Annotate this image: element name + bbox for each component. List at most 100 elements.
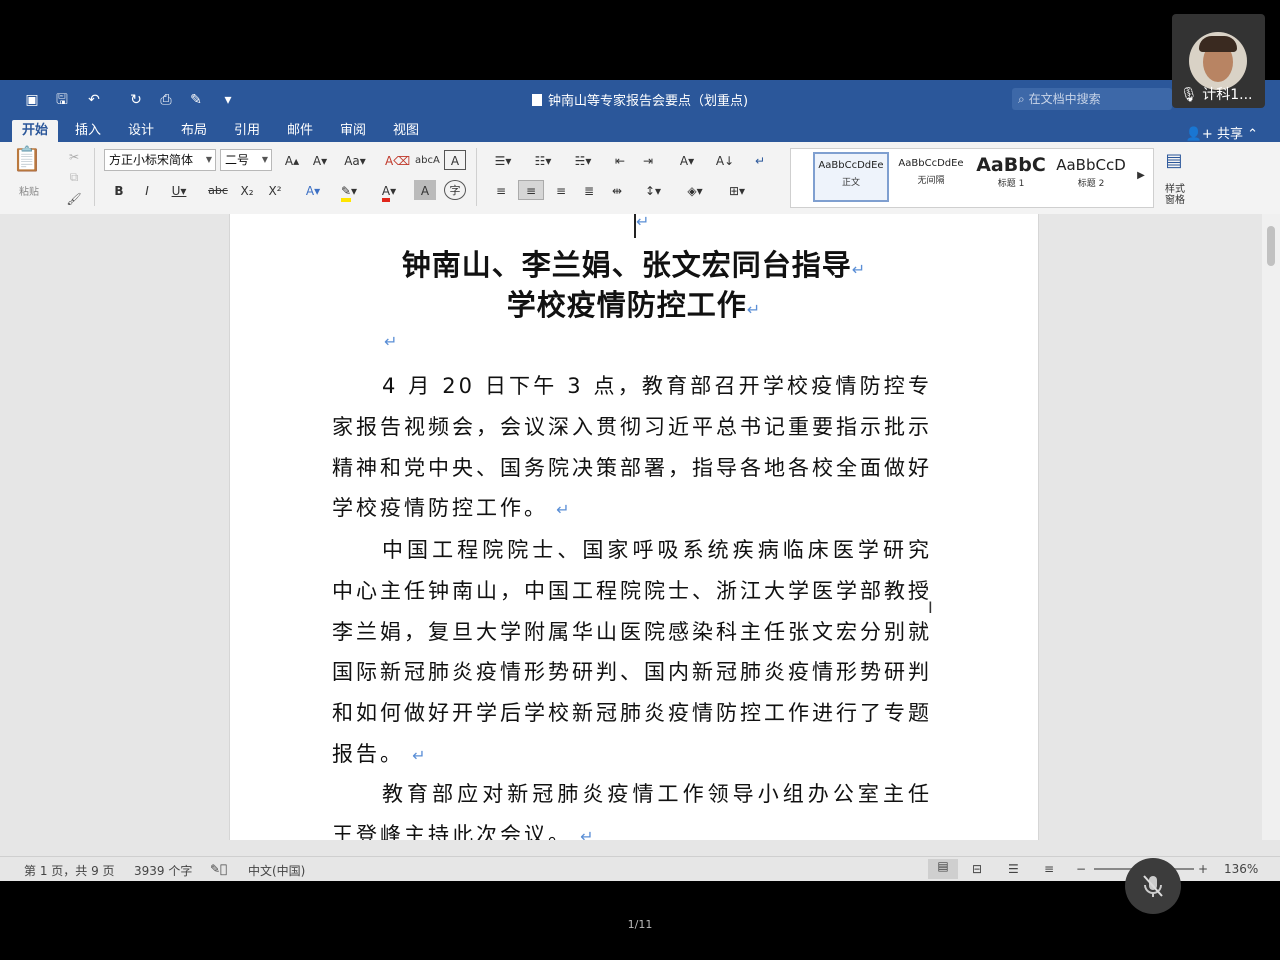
share-label: 共享: [1216, 127, 1243, 142]
increase-indent-icon[interactable]: ⇥: [636, 150, 660, 170]
participant-name: 计科1...: [1202, 87, 1253, 103]
paragraph-mark: ↵: [851, 260, 867, 279]
font-color-icon[interactable]: A▾: [372, 180, 406, 202]
text-effects-icon[interactable]: A▾: [298, 180, 328, 200]
character-shading-icon[interactable]: A: [414, 180, 436, 200]
distributed-icon[interactable]: ⇹: [606, 180, 628, 200]
title-line-2-text: 学校疫情防控工作: [506, 288, 747, 322]
multilevel-list-icon[interactable]: ☵▾: [566, 150, 600, 170]
styles-pane-icon[interactable]: ▤: [1160, 150, 1188, 176]
phonetic-guide-icon[interactable]: abcA: [414, 150, 440, 170]
gallery-more-icon[interactable]: ▶: [1133, 165, 1149, 185]
style-name: 无间隔: [917, 176, 945, 186]
participant-avatar: [1189, 32, 1247, 90]
align-right-icon[interactable]: ≡: [550, 180, 572, 200]
style-name: 标题 2: [1077, 179, 1105, 189]
participant-video-tile[interactable]: 🎙 计科1...: [1172, 14, 1265, 108]
chevron-down-icon: ▼: [261, 155, 268, 164]
borders-icon[interactable]: ⊞▾: [718, 180, 756, 200]
line-spacing-icon[interactable]: ↕▾: [638, 180, 668, 200]
vertical-scrollbar[interactable]: [1262, 214, 1280, 840]
paragraph-mark: ↵: [548, 500, 573, 520]
paragraph-1-text: 4 月 20 日下午 3 点，教育部召开学校疫情防控专家报告视频会，会议深入贯彻…: [332, 374, 932, 521]
page-count[interactable]: 第 1 页，共 9 页: [24, 862, 115, 879]
numbering-icon[interactable]: ☷▾: [526, 150, 560, 170]
tab-mailings[interactable]: 邮件: [280, 120, 320, 142]
strikethrough-button[interactable]: abc: [204, 180, 232, 200]
tab-view[interactable]: 视图: [386, 120, 426, 142]
print-layout-view-icon[interactable]: ▤: [928, 859, 958, 879]
styles-pane-label[interactable]: 样式 窗格: [1158, 184, 1192, 206]
format-painter-icon[interactable]: 🖌: [64, 188, 84, 208]
style-preview: AaBbCcDdEe: [818, 160, 884, 171]
highlight-icon[interactable]: ✎▾: [332, 180, 366, 202]
style-heading-1[interactable]: AaBbC 标题 1: [973, 152, 1049, 202]
paragraph-2-text: 中国工程院院士、国家呼吸系统疾病临床医学研究中心主任钟南山，中国工程院院士、浙江…: [332, 538, 932, 766]
proofing-icon[interactable]: ✎⃞: [210, 862, 227, 876]
align-left-icon[interactable]: ≡: [490, 180, 512, 200]
highlight-swatch: ✎: [340, 184, 352, 202]
word-count[interactable]: 3939 个字: [134, 862, 192, 879]
slide-counter: 1/11: [627, 918, 653, 931]
copy-icon[interactable]: ⧉: [64, 166, 84, 186]
tab-layout[interactable]: 布局: [174, 120, 214, 142]
zoom-level[interactable]: 136%: [1224, 862, 1258, 876]
shading-icon[interactable]: ◈▾: [678, 180, 712, 200]
scrollbar-thumb[interactable]: [1267, 226, 1275, 266]
style-heading-2[interactable]: AaBbCcD 标题 2: [1053, 152, 1129, 202]
change-case-icon[interactable]: Aa▾: [340, 150, 370, 170]
paragraph-mark: ↵: [746, 300, 762, 319]
title-bar: ▣ 🖫 ↶ ↻ ⎙ ✎ ▾ 钟南山等专家报告会要点（划重点) ⌕ 在文档中搜索: [0, 80, 1280, 120]
font-size-select[interactable]: 二号 ▼: [220, 149, 272, 171]
subscript-button[interactable]: X₂: [236, 180, 258, 200]
enclose-character-icon[interactable]: 字: [444, 180, 466, 200]
show-marks-icon[interactable]: ↵: [748, 150, 772, 170]
web-layout-view-icon[interactable]: ⊟: [972, 862, 982, 876]
document-page[interactable]: ↵ 钟南山、李兰娟、张文宏同台指导↵ 学校疫情防控工作↵ ↵ 4 月 20 日下…: [229, 214, 1039, 840]
ribbon-home: 📋 粘贴 ✂ ⧉ 🖌 方正小标宋简体 ▼ 二号 ▼ A▴ A▾ Aa▾ A⌫ abc…: [0, 142, 1280, 215]
language-indicator[interactable]: 中文(中国): [248, 862, 305, 879]
grow-font-icon[interactable]: A▴: [280, 150, 304, 170]
outline-view-icon[interactable]: ☰: [1008, 862, 1019, 876]
tab-insert[interactable]: 插入: [68, 120, 108, 142]
clear-formatting-icon[interactable]: A⌫: [384, 150, 410, 170]
draft-view-icon[interactable]: ≡: [1044, 862, 1054, 876]
underline-button[interactable]: U▾: [164, 180, 194, 200]
tab-design[interactable]: 设计: [121, 120, 161, 142]
superscript-button[interactable]: X²: [264, 180, 286, 200]
sort-icon[interactable]: A↓: [712, 150, 738, 170]
mute-button[interactable]: [1125, 858, 1181, 914]
tab-references[interactable]: 引用: [227, 120, 267, 142]
style-no-spacing[interactable]: AaBbCcDdEe 无间隔: [893, 152, 969, 202]
status-bar: 第 1 页，共 9 页 3939 个字 ✎⃞ 中文(中国) ▤ ⊟ ☰ ≡ − …: [0, 856, 1280, 881]
shrink-font-icon[interactable]: A▾: [308, 150, 332, 170]
participant-label: 🎙 计科1...: [1180, 84, 1265, 106]
search-input[interactable]: ⌕ 在文档中搜索: [1012, 88, 1172, 110]
chinese-layout-icon[interactable]: A▾: [670, 150, 704, 170]
collapse-ribbon-icon[interactable]: ⌃: [1247, 127, 1258, 142]
italic-button[interactable]: I: [136, 180, 158, 200]
paragraph-mark: ↵: [572, 826, 597, 840]
avatar-hair: [1199, 36, 1237, 52]
tab-review[interactable]: 审阅: [333, 120, 373, 142]
character-border-icon[interactable]: A: [444, 150, 466, 170]
zoom-out-icon[interactable]: −: [1076, 862, 1086, 876]
word-doc-icon: [531, 94, 542, 106]
word-window: ▣ 🖫 ↶ ↻ ⎙ ✎ ▾ 钟南山等专家报告会要点（划重点) ⌕ 在文档中搜索 …: [0, 80, 1280, 881]
font-name-select[interactable]: 方正小标宋简体 ▼: [104, 149, 216, 171]
paste-icon[interactable]: 📋: [10, 147, 44, 182]
mic-muted-icon: [1143, 875, 1163, 897]
tab-home[interactable]: 开始: [12, 120, 58, 142]
bold-button[interactable]: B: [108, 180, 130, 200]
justify-icon[interactable]: ≣: [578, 180, 600, 200]
paste-label: 粘贴: [19, 187, 39, 198]
styles-gallery: AaBbCcDdEe 正文 AaBbCcDdEe 无间隔 AaBbC 标题 1 AaB…: [790, 148, 1154, 208]
paragraph-mark: ↵: [636, 214, 650, 231]
style-normal[interactable]: AaBbCcDdEe 正文: [813, 152, 889, 202]
bullets-icon[interactable]: ☰▾: [486, 150, 520, 170]
align-center-icon[interactable]: ≡: [518, 180, 544, 200]
decrease-indent-icon[interactable]: ⇤: [608, 150, 632, 170]
zoom-in-icon[interactable]: +: [1198, 862, 1208, 876]
cut-icon[interactable]: ✂: [64, 146, 84, 166]
share-button[interactable]: 👤+ 共享 ⌃: [1186, 123, 1258, 142]
